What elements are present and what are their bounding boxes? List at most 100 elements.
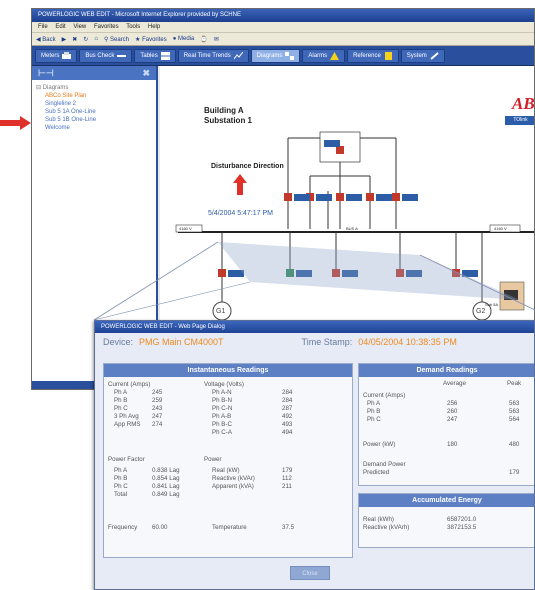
nav-tab-tables[interactable]: Tables	[134, 48, 176, 63]
voltage-value: 284	[282, 397, 293, 404]
menu-favorites[interactable]: Favorites	[94, 24, 119, 30]
power-label: Reactive (kVAr)	[212, 475, 255, 482]
generator-2-label[interactable]: G2	[476, 307, 485, 317]
meter-readout[interactable]	[294, 194, 310, 201]
current-heading: Current (Amps)	[108, 381, 151, 388]
tree-root-label: Diagrams	[42, 85, 69, 91]
browser-toolbar: ◀ Back ▶ ✖ ↻ ⌂ ⚲ Search ★ Favorites ● Me…	[32, 33, 534, 46]
favorites-button[interactable]: ★ Favorites	[135, 36, 167, 43]
bus-icon	[117, 54, 127, 57]
history-icon[interactable]: ⌚	[200, 36, 207, 43]
frequency-value: 60.00	[152, 524, 168, 531]
voltage-label: Ph A-N	[212, 389, 232, 396]
browser-titlebar: POWERLOGIC WEB EDIT - Microsoft Internet…	[32, 9, 534, 22]
close-pane-icon[interactable]: ✖	[142, 68, 150, 79]
search-label: Search	[110, 36, 130, 43]
mail-icon[interactable]: ✉	[214, 36, 219, 43]
power-value: 179	[282, 467, 293, 474]
demand-peak-value: 563	[509, 400, 520, 407]
demand-avg-value: 256	[447, 400, 458, 407]
demand-peak-value: 563	[509, 408, 520, 415]
menu-tools[interactable]: Tools	[126, 24, 140, 30]
tree-item-sub-1b[interactable]: Sub 5 1B One-Line	[36, 116, 152, 124]
nav-tab-diagrams[interactable]: Diagrams	[250, 48, 301, 63]
menu-edit[interactable]: Edit	[55, 24, 65, 30]
tree-item-singleline-2[interactable]: Singleline 2	[36, 100, 152, 108]
power-heading: Power	[204, 456, 222, 463]
search-button[interactable]: ⚲ Search	[104, 36, 129, 43]
menu-help[interactable]: Help	[148, 24, 160, 30]
meter-readout[interactable]	[342, 270, 358, 277]
demand-avg-value: 260	[447, 408, 458, 415]
pf-label: Ph B	[114, 475, 128, 482]
tree-item-site-plan[interactable]: ABCo Site Plan	[36, 92, 152, 100]
generator-1-label[interactable]: G1	[216, 307, 225, 317]
diagram-icon	[285, 51, 295, 60]
bus-voltage-left: 4160 V	[179, 226, 192, 231]
stop-icon[interactable]: ✖	[72, 36, 77, 43]
predicted-label-2: Predicted	[363, 469, 390, 476]
power-value: 112	[282, 475, 292, 482]
nav-tab-alarms[interactable]: Alarms	[302, 48, 346, 63]
demand-row-label: Ph C	[367, 416, 381, 423]
meter-readout[interactable]	[228, 270, 244, 277]
demand-panel: Demand Readings Average Peak Current (Am…	[358, 363, 534, 486]
bus-name: BUS A	[346, 226, 358, 231]
energy-panel: Accumulated Energy Real (kWh) 6587201.0 …	[358, 493, 534, 548]
voltage-label: Ph C-A	[212, 429, 232, 436]
media-label: Media	[178, 36, 195, 42]
voltage-value: 492	[282, 413, 293, 420]
voltage-value: 284	[282, 389, 293, 396]
back-button[interactable]: ◀ Back	[36, 36, 56, 43]
meter-readout[interactable]	[296, 270, 312, 277]
demand-col-average: Average	[443, 380, 466, 387]
demand-row-label: Ph B	[367, 408, 381, 415]
meter-readout[interactable]	[462, 270, 478, 277]
menu-file[interactable]: File	[38, 24, 48, 30]
current-value: 243	[152, 405, 163, 412]
nav-tab-label: Diagrams	[256, 52, 283, 59]
predicted-label-1: Demand Power	[363, 461, 406, 468]
meter-readout[interactable]	[406, 270, 422, 277]
nav-tab-reference[interactable]: Reference	[347, 48, 399, 63]
home-icon[interactable]: ⌂	[94, 36, 98, 42]
nav-tab-bus-check[interactable]: Bus Check	[79, 48, 133, 63]
tree-item-welcome[interactable]: Welcome	[36, 124, 152, 132]
breaker-icon	[336, 146, 344, 154]
expand-icon[interactable]: ⊢⊣	[38, 68, 54, 79]
current-label: Ph C	[114, 405, 128, 412]
dialog-titlebar: POWERLOGIC WEB EDIT - Web Page Dialog	[95, 321, 534, 333]
nav-tab-real-time-trends[interactable]: Real Time Trends	[177, 48, 249, 63]
diagram-tree: ⊟ Diagrams ABCo Site Plan Singleline 2 S…	[32, 80, 156, 136]
nav-tab-label: Tables	[140, 52, 158, 59]
pf-label: Total	[114, 491, 128, 498]
tree-root[interactable]: ⊟ Diagrams	[36, 84, 152, 92]
demand-heading: Demand Readings	[359, 364, 534, 377]
meter-readout[interactable]	[346, 194, 362, 201]
meter-icon	[62, 51, 72, 59]
meter-readout[interactable]	[376, 194, 392, 201]
nav-tab-system[interactable]: System	[400, 48, 445, 63]
nav-tab-label: Alarms	[308, 52, 328, 59]
device-value: PMG Main CM4000T	[139, 336, 224, 347]
energy-real-value: 6587201.0	[447, 516, 477, 523]
cabinet-label: Sub 5A	[485, 302, 499, 307]
energy-heading: Accumulated Energy	[359, 494, 534, 507]
current-label: App RMS	[114, 421, 141, 428]
tree-item-sub-1a[interactable]: Sub 5 1A One-Line	[36, 108, 152, 116]
favorites-label: Favorites	[142, 36, 167, 43]
nav-tab-meters[interactable]: Meters	[35, 48, 78, 63]
predicted-value: 179	[509, 469, 520, 476]
meter-readout[interactable]	[316, 194, 332, 201]
refresh-icon[interactable]: ↻	[83, 36, 88, 43]
disturbance-arrow	[233, 174, 247, 195]
media-button[interactable]: ● Media	[173, 36, 195, 42]
meter-readout[interactable]	[402, 194, 418, 201]
nav-tab-label: Bus Check	[85, 52, 115, 59]
meter-readout[interactable]	[324, 140, 340, 147]
device-label: Device:	[103, 336, 134, 347]
close-button[interactable]: Close	[290, 566, 330, 580]
reference-icon	[384, 51, 392, 60]
menu-view[interactable]: View	[73, 24, 86, 30]
forward-icon[interactable]: ▶	[62, 36, 67, 43]
